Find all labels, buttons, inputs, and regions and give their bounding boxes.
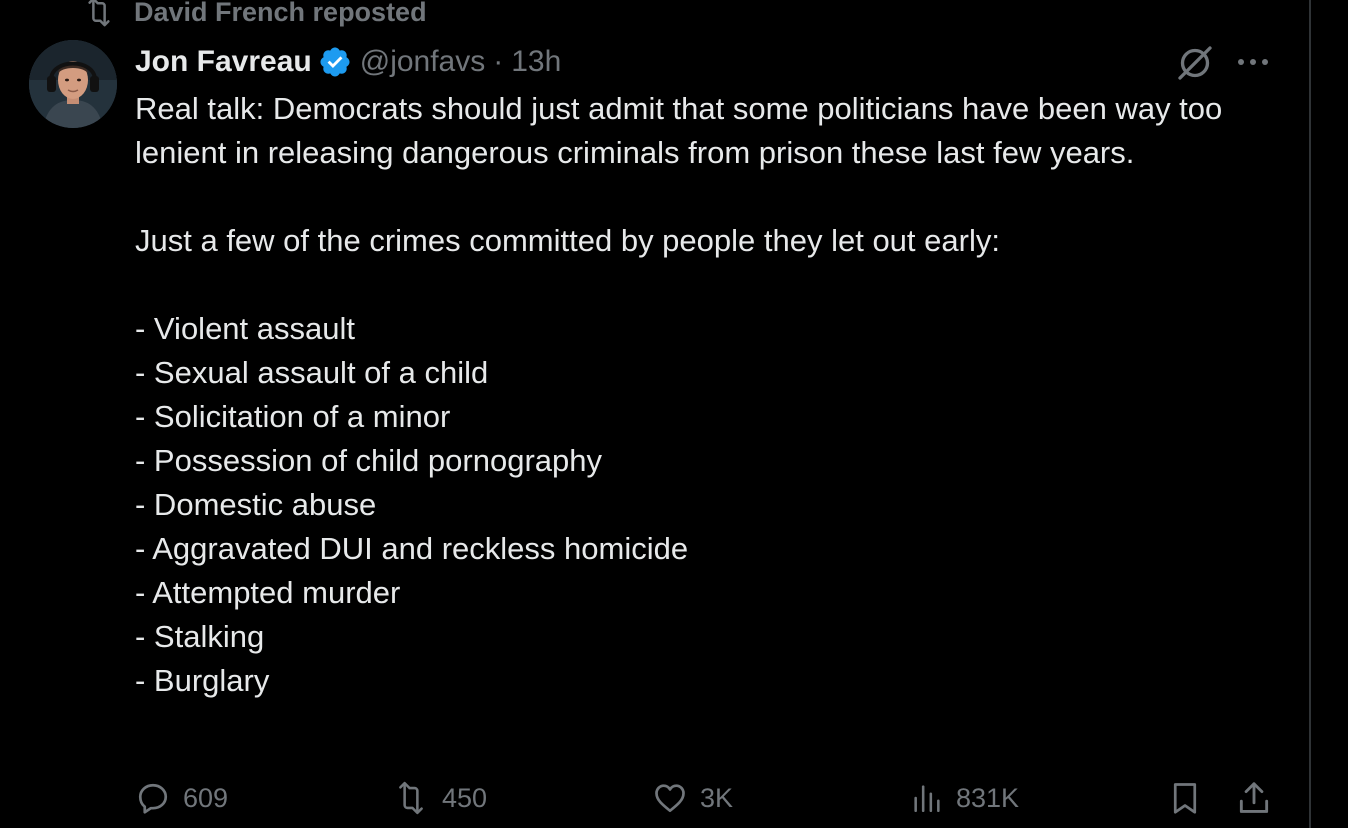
tweet-line: - Attempted murder	[135, 575, 401, 610]
reply-button[interactable]: 609	[135, 776, 228, 820]
views-button[interactable]: 831K	[910, 776, 1019, 820]
repost-banner[interactable]: David French reposted	[82, 0, 427, 28]
bookmark-button[interactable]	[1167, 776, 1215, 820]
tweet-line-blank	[135, 263, 1295, 307]
views-icon	[914, 785, 940, 813]
tweet-text: Real talk: Democrats should just admit t…	[135, 87, 1295, 703]
repost-banner-text: David French reposted	[134, 0, 427, 27]
repost-button[interactable]: 450	[392, 776, 487, 820]
bookmark-icon	[1173, 783, 1197, 814]
tweet-actions: 609 450 3K 831K	[0, 776, 1348, 820]
author-handle[interactable]: @jonfavs	[360, 45, 486, 79]
tweet-line: - Sexual assault of a child	[135, 355, 489, 390]
views-count: 831K	[956, 782, 1020, 813]
grok-icon[interactable]	[1174, 42, 1216, 84]
repost-icon	[399, 781, 423, 815]
tweet-line: - Stalking	[135, 619, 265, 654]
tweet-line: Just a few of the crimes committed by pe…	[135, 223, 1000, 258]
tweet-line: - Aggravated DUI and reckless homicide	[135, 531, 689, 566]
tweet-line: Real talk: Democrats should just admit t…	[135, 91, 1223, 170]
like-count: 3K	[700, 782, 734, 813]
author-name[interactable]: Jon Favreau	[135, 45, 312, 79]
avatar[interactable]	[29, 40, 117, 128]
tweet-line: - Violent assault	[135, 311, 355, 346]
tweet-header: Jon Favreau @jonfavs · 13h	[135, 40, 561, 84]
tweet-line: - Possession of child pornography	[135, 443, 602, 478]
tweet-line: - Burglary	[135, 663, 270, 698]
like-button[interactable]: 3K	[652, 776, 733, 820]
verified-badge-icon[interactable]	[318, 45, 352, 79]
reply-count: 609	[183, 782, 229, 813]
heart-icon	[655, 784, 685, 813]
tweet-line-blank	[135, 175, 1295, 219]
more-icon[interactable]	[1233, 44, 1273, 80]
tweet-line: - Domestic abuse	[135, 487, 377, 522]
share-button[interactable]	[1235, 776, 1285, 820]
header-separator: ·	[493, 45, 504, 78]
share-icon	[1239, 782, 1269, 813]
reply-icon	[138, 783, 168, 814]
repost-count: 450	[442, 782, 488, 813]
tweet-line: - Solicitation of a minor	[135, 399, 451, 434]
timeline-border	[1309, 0, 1311, 828]
tweet-timestamp[interactable]: 13h	[511, 45, 561, 79]
repost-icon	[82, 0, 116, 27]
